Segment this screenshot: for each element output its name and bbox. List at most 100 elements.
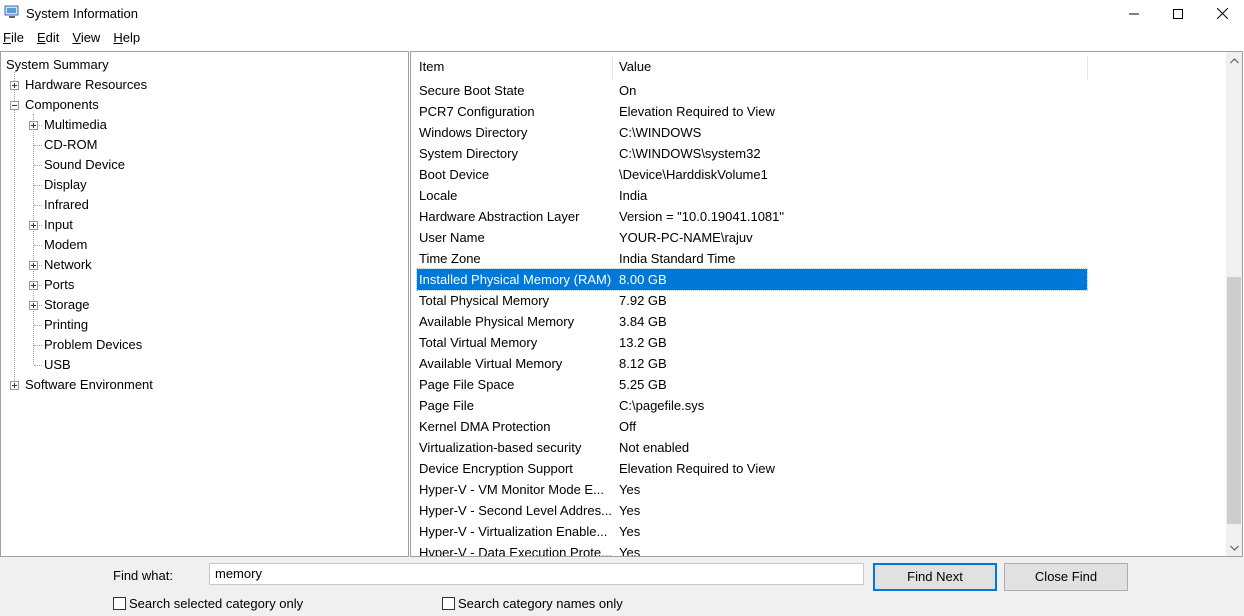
find-what-input[interactable]: memory bbox=[209, 563, 864, 585]
minimize-button[interactable] bbox=[1111, 0, 1157, 27]
tree-item-ports[interactable]: Ports bbox=[44, 275, 74, 295]
table-row[interactable]: Hardware Abstraction Layer Version = "10.… bbox=[417, 206, 1087, 227]
tree-connector bbox=[34, 365, 42, 366]
close-icon bbox=[1216, 8, 1228, 19]
table-row[interactable]: Device Encryption Support Elevation Requi… bbox=[417, 458, 1087, 479]
scroll-down-button[interactable] bbox=[1226, 539, 1242, 556]
row-value-cell: Yes bbox=[619, 524, 641, 539]
expand-ports-icon[interactable] bbox=[29, 281, 38, 290]
close-button[interactable] bbox=[1199, 0, 1244, 27]
expand-input-icon[interactable] bbox=[29, 221, 38, 230]
row-item-cell: Kernel DMA Protection bbox=[419, 419, 551, 434]
row-item-cell: Secure Boot State bbox=[419, 83, 525, 98]
expand-network-icon[interactable] bbox=[29, 261, 38, 270]
column-divider[interactable] bbox=[1087, 56, 1088, 80]
expand-multimedia-icon[interactable] bbox=[29, 121, 38, 130]
table-row[interactable]: Kernel DMA Protection Off bbox=[417, 416, 1087, 437]
tree-item-system-summary[interactable]: System Summary bbox=[6, 55, 109, 75]
row-value-cell: India Standard Time bbox=[619, 251, 736, 266]
row-item-cell: Virtualization-based security bbox=[419, 440, 582, 455]
table-row[interactable]: Time Zone India Standard Time bbox=[417, 248, 1087, 269]
table-row[interactable]: Windows Directory C:\WINDOWS bbox=[417, 122, 1087, 143]
tree-connector bbox=[33, 114, 34, 364]
table-row[interactable]: Secure Boot State On bbox=[417, 80, 1087, 101]
table-row[interactable]: Boot Device \Device\HarddiskVolume1 bbox=[417, 164, 1087, 185]
table-row[interactable]: Locale India bbox=[417, 185, 1087, 206]
find-bar: Find what: memory Find Next Close Find S… bbox=[0, 557, 1244, 616]
chevron-down-icon bbox=[1229, 545, 1239, 551]
find-next-label: Find Next bbox=[907, 569, 963, 584]
table-row[interactable]: Total Physical Memory 7.92 GB bbox=[417, 290, 1087, 311]
table-row[interactable]: User Name YOUR-PC-NAME\rajuv bbox=[417, 227, 1087, 248]
row-item-cell: Boot Device bbox=[419, 167, 490, 182]
menu-view[interactable]: View bbox=[69, 28, 106, 48]
checkbox-box[interactable] bbox=[113, 597, 126, 610]
expand-software-environment-icon[interactable] bbox=[10, 381, 19, 390]
expand-hardware-resources-icon[interactable] bbox=[10, 81, 19, 90]
menu-edit[interactable]: Edit bbox=[34, 28, 65, 48]
category-tree[interactable]: System Summary Hardware Resources Compon… bbox=[0, 51, 409, 557]
tree-item-printing[interactable]: Printing bbox=[44, 315, 88, 335]
expand-storage-icon[interactable] bbox=[29, 301, 38, 310]
tree-item-input[interactable]: Input bbox=[44, 215, 73, 235]
row-item-cell: System Directory bbox=[419, 146, 518, 161]
tree-item-infrared[interactable]: Infrared bbox=[44, 195, 89, 215]
find-next-button[interactable]: Find Next bbox=[873, 563, 997, 591]
search-selected-category-checkbox[interactable]: Search selected category only bbox=[113, 596, 303, 611]
column-header-item[interactable]: Item bbox=[411, 52, 444, 80]
table-row[interactable]: Page File Space 5.25 GB bbox=[417, 374, 1087, 395]
menu-help[interactable]: Help bbox=[110, 28, 146, 48]
list-header: Item Value bbox=[411, 52, 1226, 80]
tree-item-components[interactable]: Components bbox=[25, 95, 99, 115]
table-row[interactable]: PCR7 Configuration Elevation Required to … bbox=[417, 101, 1087, 122]
row-value-cell: \Device\HarddiskVolume1 bbox=[619, 167, 768, 182]
tree-item-display[interactable]: Display bbox=[44, 175, 87, 195]
minimize-icon bbox=[1129, 13, 1139, 14]
maximize-button[interactable] bbox=[1155, 0, 1201, 27]
table-row[interactable]: Installed Physical Memory (RAM) 8.00 GB bbox=[416, 268, 1088, 291]
tree-item-software-environment[interactable]: Software Environment bbox=[25, 375, 153, 395]
row-value-cell: 5.25 GB bbox=[619, 377, 667, 392]
tree-item-hardware-resources[interactable]: Hardware Resources bbox=[25, 75, 147, 95]
table-row[interactable]: Hyper-V - VM Monitor Mode E... Yes bbox=[417, 479, 1087, 500]
table-row[interactable]: Hyper-V - Virtualization Enable... Yes bbox=[417, 521, 1087, 542]
table-row[interactable]: Available Virtual Memory 8.12 GB bbox=[417, 353, 1087, 374]
close-find-button[interactable]: Close Find bbox=[1004, 563, 1128, 591]
scroll-thumb[interactable] bbox=[1227, 277, 1241, 524]
tree-item-cd-rom[interactable]: CD-ROM bbox=[44, 135, 97, 155]
menu-file-accelerator: F bbox=[3, 30, 11, 45]
tree-item-storage[interactable]: Storage bbox=[44, 295, 90, 315]
table-row[interactable]: Hyper-V - Second Level Addres... Yes bbox=[417, 500, 1087, 521]
row-item-cell: Hyper-V - Second Level Addres... bbox=[419, 503, 612, 518]
row-value-cell: On bbox=[619, 83, 637, 98]
column-header-value[interactable]: Value bbox=[611, 52, 651, 80]
menu-view-accelerator: V bbox=[72, 30, 81, 45]
maximize-icon bbox=[1173, 8, 1183, 19]
search-category-names-checkbox[interactable]: Search category names only bbox=[442, 596, 623, 611]
table-row[interactable]: Available Physical Memory 3.84 GB bbox=[417, 311, 1087, 332]
scroll-up-button[interactable] bbox=[1226, 52, 1242, 69]
tree-item-sound-device[interactable]: Sound Device bbox=[44, 155, 125, 175]
collapse-components-icon[interactable] bbox=[10, 101, 19, 110]
checkbox-box[interactable] bbox=[442, 597, 455, 610]
table-row[interactable]: Total Virtual Memory 13.2 GB bbox=[417, 332, 1087, 353]
row-value-cell: Elevation Required to View bbox=[619, 104, 775, 119]
vertical-scrollbar[interactable] bbox=[1226, 52, 1242, 556]
details-list[interactable]: Item Value Secure Boot State On PCR7 Confi… bbox=[410, 51, 1243, 557]
row-item-cell: Windows Directory bbox=[419, 125, 528, 140]
tree-connector bbox=[34, 245, 42, 246]
tree-item-usb[interactable]: USB bbox=[44, 355, 71, 375]
table-row[interactable]: Hyper-V - Data Execution Prote... Yes bbox=[417, 542, 1087, 556]
tree-item-modem[interactable]: Modem bbox=[44, 235, 87, 255]
row-item-cell: Installed Physical Memory (RAM) bbox=[419, 272, 612, 287]
tree-item-network[interactable]: Network bbox=[44, 255, 92, 275]
table-row[interactable]: Virtualization-based security Not enabled bbox=[417, 437, 1087, 458]
tree-connector bbox=[34, 325, 42, 326]
table-row[interactable]: Page File C:\pagefile.sys bbox=[417, 395, 1087, 416]
tree-item-multimedia[interactable]: Multimedia bbox=[44, 115, 107, 135]
table-row[interactable]: System Directory C:\WINDOWS\system32 bbox=[417, 143, 1087, 164]
window-title: System Information bbox=[26, 6, 138, 21]
search-selected-category-label: Search selected category only bbox=[129, 596, 304, 611]
menu-file[interactable]: File bbox=[0, 28, 30, 48]
tree-item-problem-devices[interactable]: Problem Devices bbox=[44, 335, 142, 355]
